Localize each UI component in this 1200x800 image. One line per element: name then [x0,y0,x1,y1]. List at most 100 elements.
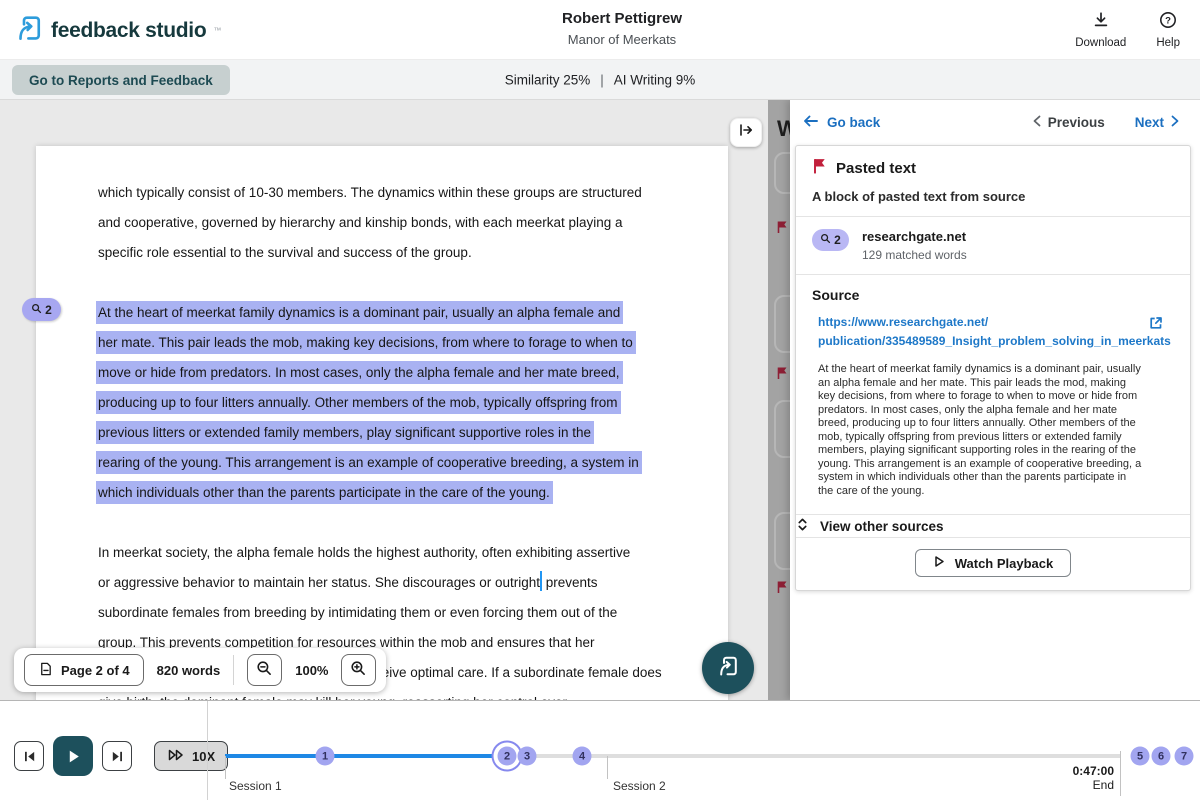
logo-wordmark: feedback studio [51,19,206,43]
logo-arrow-icon [14,13,44,48]
card-header-section: Pasted text A block of pasted text from … [796,146,1190,217]
dimmed-card [774,152,790,194]
end-label: End [1030,778,1114,792]
source-excerpt: At the heart of meerkat family dynamics … [818,363,1142,498]
sort-chevrons-icon [796,517,809,535]
doc-line: In meerkat society, the alpha female hol… [98,538,662,568]
author-name: Robert Pettigrew [562,10,682,27]
doc-line: producing up to four litters annually. O… [98,388,662,418]
zoom-out-icon [256,660,273,680]
watch-playback-label: Watch Playback [955,556,1054,571]
search-icon [31,303,42,317]
timeline-marker[interactable]: 5 [1131,747,1150,766]
timeline-marker[interactable]: 4 [573,747,592,766]
word-count: 820 words [157,663,221,678]
similarity-summary: Similarity 25%|AI Writing 9% [505,72,696,87]
dimmed-card [774,295,790,353]
go-back-label: Go back [827,115,880,130]
document-title-block: Robert Pettigrew Manor of Meerkats [562,10,682,47]
document-name: Manor of Meerkats [562,32,682,47]
dimmed-panel-strip: W [768,100,790,700]
score-separator: | [600,72,604,87]
doc-line: rearing of the young. This arrangement i… [98,448,662,478]
dimmed-panel-letter: W [777,116,790,142]
previous-button[interactable]: Previous [1033,115,1105,130]
flag-icon [812,158,826,179]
external-link-icon[interactable] [1148,315,1164,336]
session-2-label: Session 2 [613,779,666,793]
collapse-panel-button[interactable] [730,118,762,147]
timeline-marker[interactable]: 7 [1175,747,1194,766]
watch-playback-button[interactable]: Watch Playback [915,549,1072,577]
download-icon [1092,11,1110,34]
dimmed-card [774,512,790,570]
go-to-reports-button[interactable]: Go to Reports and Feedback [12,65,230,95]
download-button[interactable]: Download [1075,11,1126,49]
doc-paragraph-1: which typically consist of 10-30 members… [98,178,662,268]
dimmed-card [774,400,790,458]
source-match-row[interactable]: 2 researchgate.net 129 matched words [796,217,1190,275]
flag-icon [776,220,788,239]
header-actions: Download ? Help [1075,11,1180,49]
watch-playback-section: Watch Playback [796,538,1190,590]
timeline-marker[interactable]: 2 [498,747,517,766]
matched-words-count: 129 matched words [862,248,967,262]
timeline: Session 1 Session 2 0:47:00 End 1 23 4 567 [0,701,1200,800]
doc-line: subordinate females from breeding by int… [98,598,662,628]
match-count-badge[interactable]: 2 [22,298,61,321]
main-area: which typically consist of 10-30 members… [0,100,1200,700]
go-back-button[interactable]: Go back [803,114,880,131]
timeline-marker[interactable]: 3 [518,747,537,766]
download-label: Download [1075,37,1126,49]
chevron-left-icon [1033,115,1041,130]
match-detail-panel: Go back Previous Next [790,100,1200,700]
logo-trademark: ™ [213,26,221,35]
help-icon: ? [1159,11,1177,34]
doc-line: her mate. This pair leads the mob, makin… [98,328,662,358]
source-domain: researchgate.net [862,229,967,244]
flag-icon [776,366,788,385]
previous-label: Previous [1048,115,1105,130]
doc-line: move or hide from predators. In most cas… [98,358,662,388]
page-indicator-button[interactable]: Page 2 of 4 [24,654,144,686]
feedback-studio-fab-button[interactable] [702,642,754,694]
feedback-studio-logo: feedback studio ™ [14,13,221,48]
zoom-in-icon [350,660,367,680]
source-url-link[interactable]: https://www.researchgate.net/ publicatio… [818,313,1148,350]
timeline-progress [225,754,507,758]
chevron-right-icon [1171,115,1179,130]
source-section: Source https://www.researchgate.net/ pub… [796,275,1190,515]
zoom-out-button[interactable] [247,654,282,686]
page-icon [38,661,53,680]
expand-right-icon [737,122,755,143]
end-time-block: 0:47:00 End [1030,764,1114,792]
session-1-label: Session 1 [229,779,282,793]
doc-line: At the heart of meerkat family dynamics … [98,298,662,328]
timeline-marker[interactable]: 1 [316,747,335,766]
play-outline-icon [933,555,945,571]
end-time: 0:47:00 [1030,764,1114,778]
next-button[interactable]: Next [1135,115,1179,130]
doc-line: previous litters or extended family memb… [98,418,662,448]
timeline-marker[interactable]: 6 [1152,747,1171,766]
help-button[interactable]: ? Help [1156,11,1180,49]
source-heading: Source [812,287,1174,303]
back-arrow-icon [803,114,819,131]
doc-paragraph-2-highlighted[interactable]: At the heart of meerkat family dynamics … [98,298,662,508]
document-page: which typically consist of 10-30 members… [36,146,728,700]
report-subheader: Go to Reports and Feedback Similarity 25… [0,60,1200,100]
zoom-in-button[interactable] [341,654,376,686]
end-tick [1120,751,1121,796]
session-tick [225,756,226,779]
logo-arrow-icon [716,654,740,683]
view-other-sources-button[interactable]: View other sources [796,515,1190,538]
session-tick [607,756,608,779]
card-description: A block of pasted text from source [812,189,1174,204]
pasted-text-card: Pasted text A block of pasted text from … [795,145,1191,591]
playback-bar: 10X Session 1 Session 2 0:47:00 End 1234… [0,700,1200,800]
flag-icon [776,580,788,599]
page-indicator-label: Page 2 of 4 [61,663,130,678]
next-label: Next [1135,115,1164,130]
match-count-pill: 2 [812,229,849,251]
doc-line: which typically consist of 10-30 members… [98,178,662,208]
